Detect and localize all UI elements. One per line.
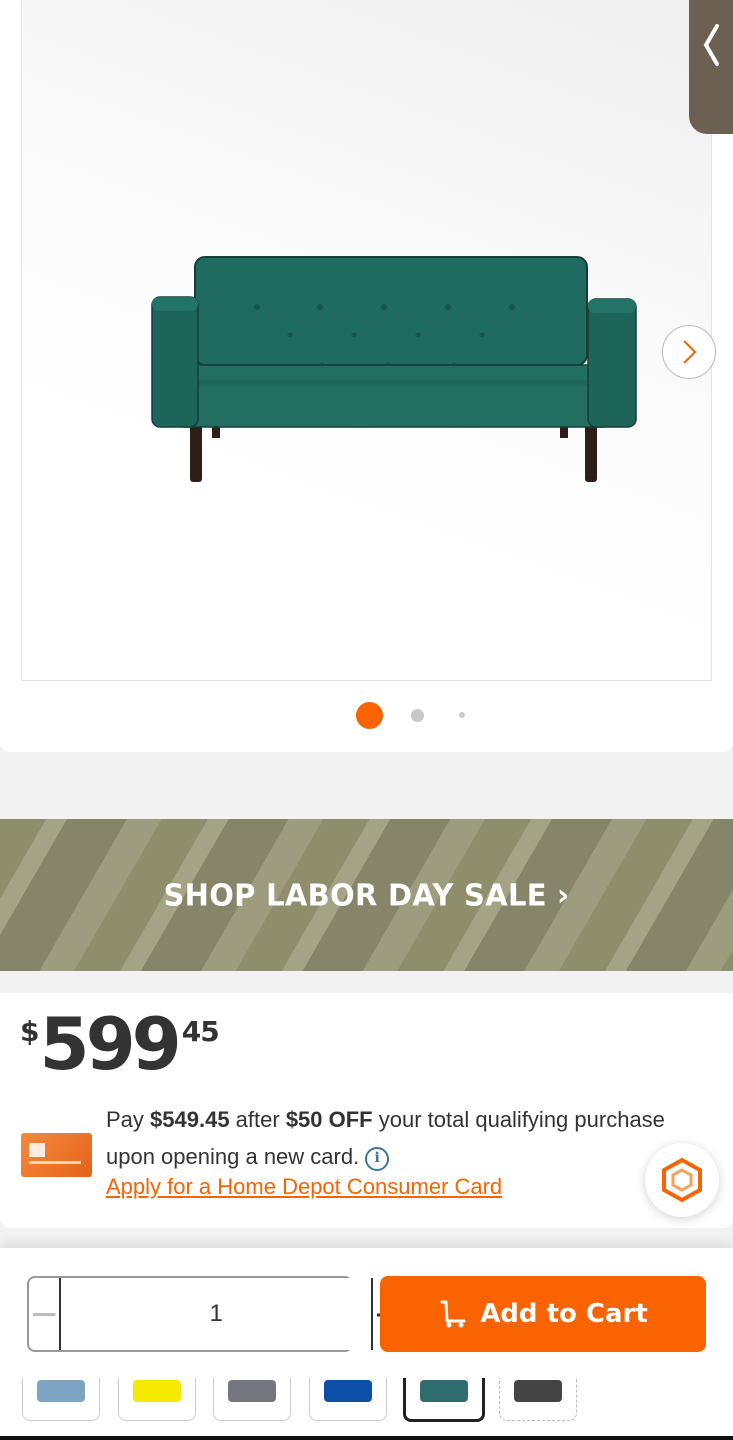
discount-amount: $50 OFF <box>285 1107 373 1132</box>
info-icon[interactable]: i <box>365 1146 390 1171</box>
cart-icon <box>440 1300 466 1328</box>
labor-day-sale-banner[interactable]: SHOP LABOR DAY SALE › <box>0 819 733 971</box>
home-indicator <box>0 1436 733 1440</box>
price-dollars: 599 <box>39 1002 181 1086</box>
color-swatches <box>0 1378 733 1440</box>
swatch-yellow[interactable] <box>118 1378 196 1421</box>
chevron-right-icon <box>683 340 697 364</box>
quantity-stepper: − + <box>27 1276 403 1352</box>
quantity-input[interactable] <box>59 1278 374 1350</box>
chevron-right-icon: › <box>556 876 570 914</box>
product-page: SHOP LABOR DAY SALE › $ 599 45 Pay $549.… <box>0 0 733 1440</box>
add-to-cart-bar: − + Add to Cart <box>0 1248 733 1440</box>
financing-offer-text: Pay $549.45 after $50 OFF your total qua… <box>106 1107 665 1171</box>
price-currency: $ <box>20 1015 40 1048</box>
discounted-price: $549.45 <box>150 1107 230 1132</box>
add-to-cart-label: Add to Cart <box>480 1299 648 1329</box>
product-image-frame[interactable] <box>21 0 716 681</box>
home-depot-logo <box>29 1143 45 1157</box>
swatch-blue[interactable] <box>309 1378 387 1421</box>
image-gallery <box>0 0 733 752</box>
swatch-teal-selected[interactable] <box>403 1378 485 1422</box>
swatch-gray[interactable] <box>213 1378 291 1421</box>
swatch-dark-gray[interactable] <box>499 1378 577 1421</box>
product-image-sofa <box>132 255 642 490</box>
back-button[interactable] <box>689 0 733 134</box>
add-to-cart-button[interactable]: Add to Cart <box>380 1276 706 1352</box>
credit-card-image <box>21 1133 92 1177</box>
chevron-left-icon <box>703 24 719 66</box>
price-card: $ 599 45 Pay $549.45 after $50 OFF your … <box>0 993 733 1228</box>
hexagon-chat-icon <box>662 1157 702 1203</box>
gallery-pagination <box>0 700 733 730</box>
swatch-light-blue[interactable] <box>22 1378 100 1421</box>
decrease-quantity-button[interactable]: − <box>29 1278 59 1350</box>
pagination-dot[interactable] <box>411 709 424 722</box>
apply-card-link[interactable]: Apply for a Home Depot Consumer Card <box>106 1174 502 1200</box>
price-cents: 45 <box>181 1015 220 1048</box>
product-price: $ 599 45 <box>20 1002 220 1086</box>
promo-label: SHOP LABOR DAY SALE › <box>163 876 570 914</box>
chat-assistant-button[interactable] <box>645 1143 719 1217</box>
next-image-button[interactable] <box>662 325 716 379</box>
pagination-dot[interactable] <box>459 712 465 718</box>
pagination-dot-active[interactable] <box>356 702 383 729</box>
